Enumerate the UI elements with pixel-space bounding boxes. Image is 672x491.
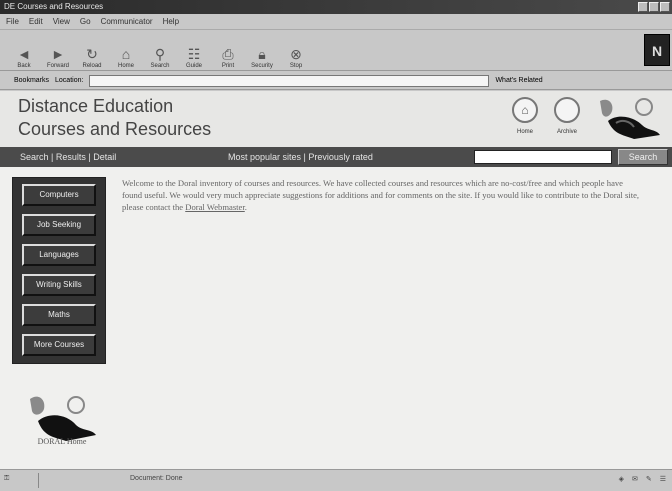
location-label: Location: (55, 77, 84, 84)
page-content: Distance Education Courses and Resources… (0, 91, 672, 469)
category-maths[interactable]: Maths (22, 304, 96, 326)
back-arrow-icon: ◄ (17, 45, 31, 62)
search-input[interactable] (474, 150, 612, 164)
category-writing-skills[interactable]: Writing Skills (22, 274, 96, 296)
window-controls (638, 2, 670, 12)
doral-home-link[interactable]: DORAL Home (22, 437, 102, 446)
menu-help[interactable]: Help (163, 14, 179, 29)
popular-sites-links[interactable]: Most popular sites | Previously rated (228, 147, 373, 167)
forward-button[interactable]: ► Forward (44, 33, 72, 69)
discussion-icon[interactable]: ☰ (660, 475, 666, 483)
webmaster-link[interactable]: Doral Webmaster (185, 202, 245, 212)
page-header: Distance Education Courses and Resources… (0, 91, 672, 147)
search-band: Search | Results | Detail Most popular s… (0, 147, 672, 167)
title-bar: DE Courses and Resources (0, 0, 672, 14)
category-languages[interactable]: Languages (22, 244, 96, 266)
site-title-line-1: Distance Education (18, 96, 174, 116)
category-computers[interactable]: Computers (22, 184, 96, 206)
intro-paragraph: Welcome to the Doral inventory of course… (122, 177, 642, 213)
menu-edit[interactable]: Edit (29, 14, 43, 29)
address-field[interactable] (89, 74, 490, 87)
mail-icon[interactable]: ✉ (632, 475, 638, 483)
whats-related-button[interactable]: What's Related (495, 77, 542, 84)
menu-bar: File Edit View Go Communicator Help (0, 14, 672, 30)
lock-icon: 🔒︎ (258, 45, 266, 62)
archive-link-icon[interactable] (554, 97, 580, 123)
navigation-toolbar: ◄ Back ► Forward ↻ Reload ⌂ Home ⚲ Search ☷ Gu… (0, 31, 672, 71)
category-more-courses[interactable]: More Courses (22, 334, 96, 356)
guide-button[interactable]: ☷ Guide (180, 33, 208, 69)
menu-file[interactable]: File (6, 14, 19, 29)
browser-logo-icon: N (644, 34, 670, 66)
search-button[interactable]: Search (618, 149, 668, 165)
home-link-icon[interactable]: ⌂ (512, 97, 538, 123)
forward-arrow-icon: ► (51, 45, 65, 62)
browser-window: DE Courses and Resources File Edit View … (0, 0, 672, 491)
status-text: Document: Done (130, 475, 183, 482)
location-bar: Bookmarks Location: What's Related (0, 72, 672, 90)
back-button[interactable]: ◄ Back (10, 33, 38, 69)
print-icon: ⎙ (222, 45, 234, 62)
composer-icon[interactable]: ✎ (646, 475, 652, 483)
bookmarks-button[interactable]: Bookmarks (14, 77, 49, 84)
menu-view[interactable]: View (53, 14, 70, 29)
navigator-icon[interactable]: ◈ (619, 475, 624, 483)
component-bar: ◈ ✉ ✎ ☰ (619, 475, 666, 483)
category-sidebar: Computers Job Seeking Languages Writing … (12, 177, 106, 364)
window-title: DE Courses and Resources (4, 2, 104, 11)
search-nav-links[interactable]: Search | Results | Detail (20, 147, 116, 167)
menu-communicator[interactable]: Communicator (101, 14, 153, 29)
stop-icon: ⊗ (290, 45, 302, 62)
security-status-icon[interactable]: ⚿ (4, 475, 9, 483)
home-link-label[interactable]: Home (510, 129, 540, 135)
search-icon: ⚲ (154, 45, 166, 62)
archive-link-label[interactable]: Archive (552, 129, 582, 135)
minimize-button[interactable] (638, 2, 648, 12)
home-icon: ⌂ (121, 45, 131, 62)
reload-button[interactable]: ↻ Reload (78, 33, 106, 69)
category-job-seeking[interactable]: Job Seeking (22, 214, 96, 236)
menu-go[interactable]: Go (80, 14, 91, 29)
status-bar: ⚿ Document: Done ◈ ✉ ✎ ☰ (0, 469, 672, 491)
close-button[interactable] (660, 2, 670, 12)
stop-button[interactable]: ⊗ Stop (282, 33, 310, 69)
site-title-line-2: Courses and Resources (18, 119, 212, 139)
site-title: Distance Education Courses and Resources (18, 95, 211, 141)
maximize-button[interactable] (649, 2, 659, 12)
status-divider (38, 473, 39, 488)
intro-text-end: . (244, 202, 247, 212)
home-button[interactable]: ⌂ Home (112, 33, 140, 69)
search-toolbar-button[interactable]: ⚲ Search (146, 33, 174, 69)
reload-icon: ↻ (86, 45, 98, 62)
security-button[interactable]: 🔒︎ Security (248, 33, 276, 69)
doral-logo-icon (600, 98, 660, 139)
print-button[interactable]: ⎙ Print (214, 33, 242, 69)
guide-icon: ☷ (187, 45, 201, 62)
